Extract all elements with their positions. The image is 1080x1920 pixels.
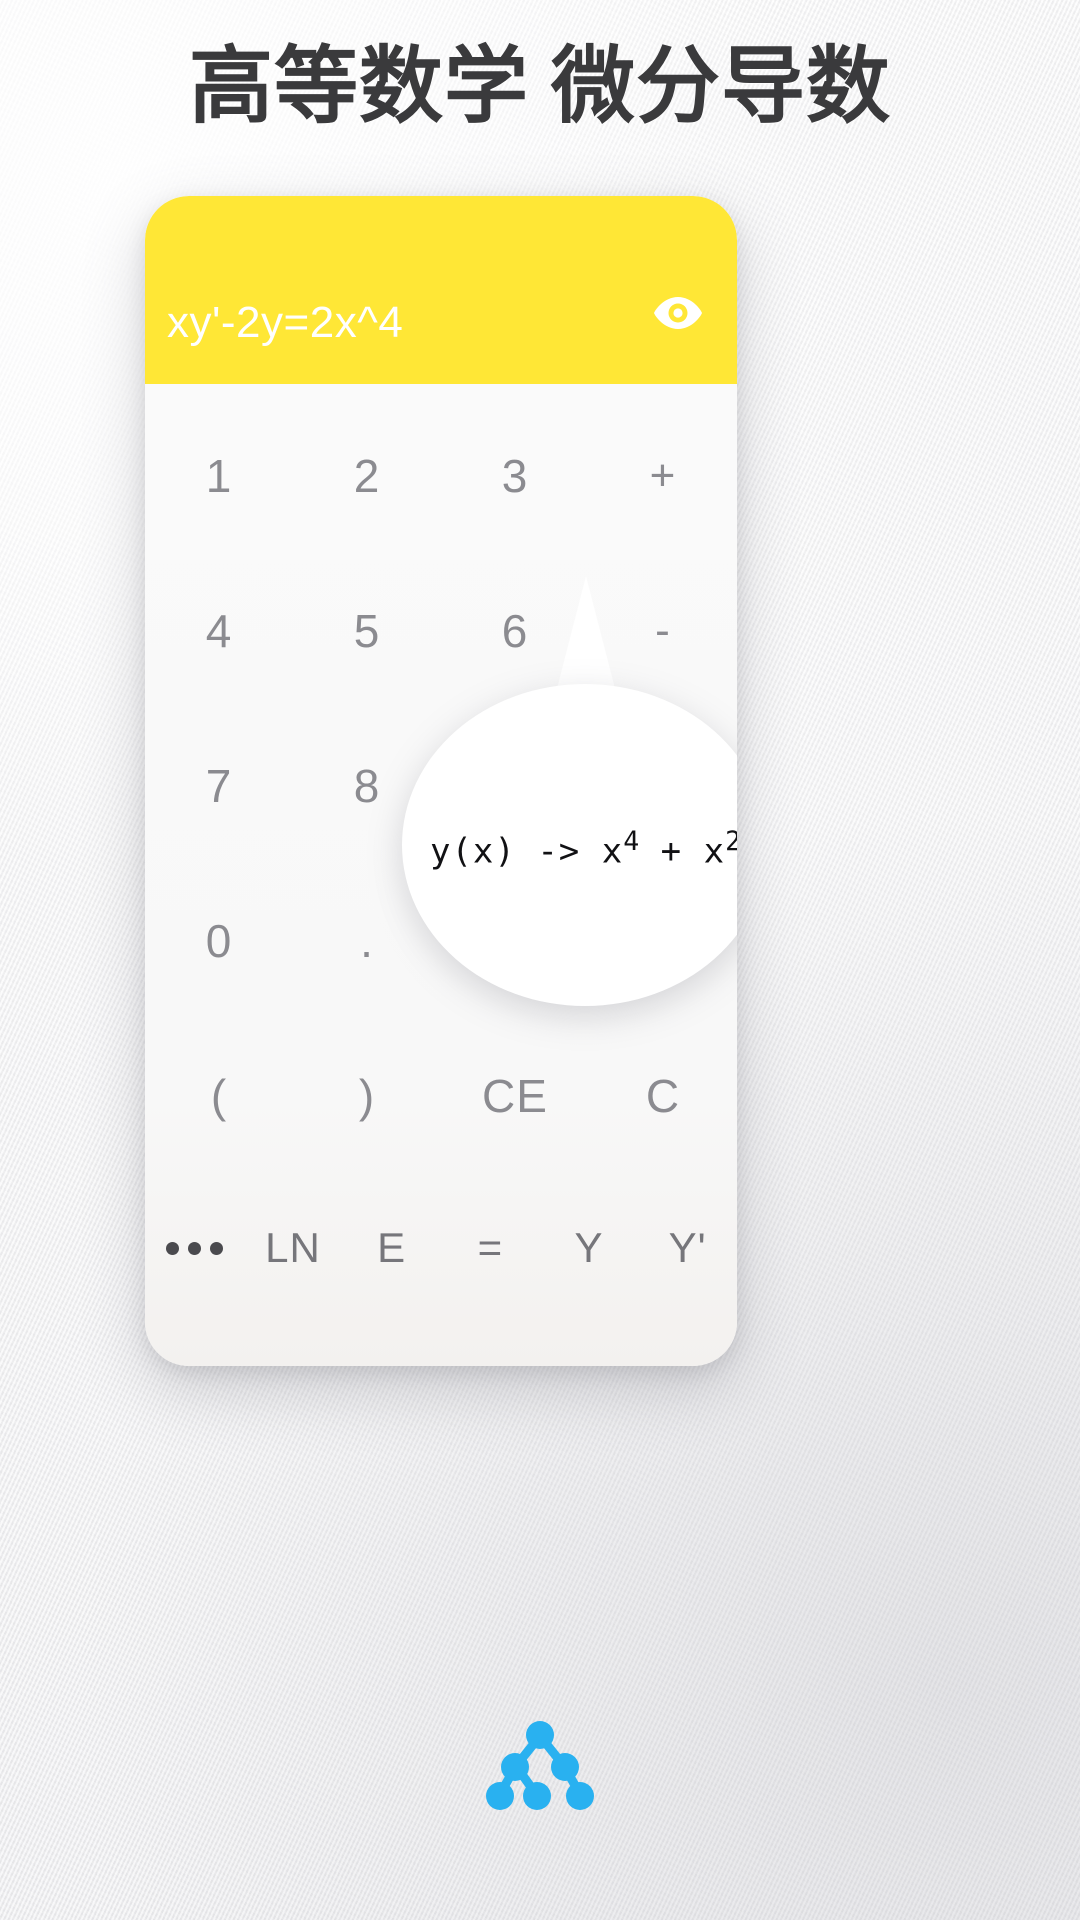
key-5[interactable]: 5	[293, 553, 441, 708]
key-e[interactable]: E	[342, 1173, 441, 1323]
key-clear[interactable]: C	[589, 1018, 737, 1173]
keypad-row-2: 4 5 6 -	[145, 553, 737, 708]
key-more-options[interactable]	[145, 1173, 244, 1323]
key-y-prime[interactable]: Y'	[638, 1173, 737, 1323]
key-1[interactable]: 1	[145, 398, 293, 553]
key-2[interactable]: 2	[293, 398, 441, 553]
page-title: 高等数学 微分导数	[188, 41, 891, 134]
result-middle: + x	[639, 831, 726, 872]
tree-graph-logo-icon	[486, 1721, 594, 1810]
key-equals[interactable]: =	[441, 1173, 540, 1323]
result-expression: y(x) -> x4 + x2 C	[430, 826, 737, 871]
result-exponent-1: 4	[623, 826, 640, 858]
key-3[interactable]: 3	[441, 398, 589, 553]
eye-icon[interactable]	[645, 280, 711, 346]
key-ln[interactable]: LN	[244, 1173, 343, 1323]
key-clear-entry[interactable]: CE	[441, 1018, 589, 1173]
ellipsis-icon	[165, 1241, 223, 1255]
calculator-app-card: xy'-2y=2x^4 1 2 3 + 4 5 6 - 7 8 9 ×	[145, 196, 737, 1366]
result-exponent-2: 2	[725, 826, 737, 858]
keypad-row-1: 1 2 3 +	[145, 398, 737, 553]
key-variable-y[interactable]: Y	[540, 1173, 639, 1323]
footer-logo	[0, 1720, 1080, 1812]
key-0[interactable]: 0	[145, 863, 293, 1018]
key-paren-open[interactable]: (	[145, 1018, 293, 1173]
key-4[interactable]: 4	[145, 553, 293, 708]
equation-display-bar[interactable]: xy'-2y=2x^4	[145, 196, 737, 384]
equation-input[interactable]: xy'-2y=2x^4	[167, 298, 645, 348]
key-7[interactable]: 7	[145, 708, 293, 863]
keypad-function-row: LN E = Y Y'	[145, 1173, 737, 1323]
key-plus[interactable]: +	[589, 398, 737, 553]
result-prefix: y(x) -> x	[429, 831, 624, 872]
keypad-row-5: ( ) CE C	[145, 1018, 737, 1173]
key-paren-close[interactable]: )	[293, 1018, 441, 1173]
